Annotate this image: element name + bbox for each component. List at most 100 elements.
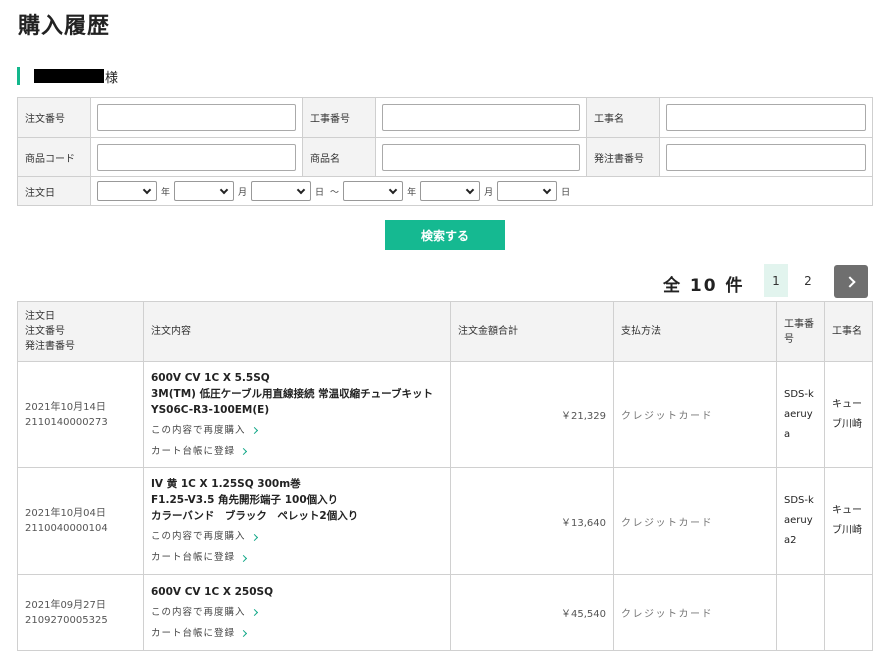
order-items-cell: IV 黄 1C X 1.25SQ 300m巻 F1.25-V3.5 角先開形端子… [143,467,451,575]
project-number-label: 工事番号 [302,97,376,138]
search-button[interactable]: 検索する [385,220,505,250]
from-month-unit: 月 [238,187,248,198]
order-number: 2110140000273 [25,416,108,428]
order-items-cell: 600V CV 1C X 250SQ この内容で再度購入 カート台帳に登録 [143,574,451,651]
reorder-link[interactable]: この内容で再度購入 [151,605,443,621]
next-page-button[interactable] [834,265,868,298]
item-name: YS06C-R3-100EM(E) [151,403,270,416]
header-po-number: 発注書番号 [25,341,75,352]
reorder-link[interactable]: この内容で再度購入 [151,423,443,439]
reorder-link-label: この内容で再度購入 [151,424,246,436]
reorder-link-label: この内容で再度購入 [151,531,246,542]
project-number: SDS-kaeruya [776,361,825,468]
to-month-unit: 月 [484,187,494,198]
product-code-label: 商品コード [17,137,91,177]
order-date: 2021年09月27日 [25,599,106,611]
to-day-unit: 日 [561,187,571,198]
add-to-cart-ledger-link[interactable]: カート台帳に登録 [151,550,443,566]
po-number-input[interactable] [666,143,866,171]
table-row: 2021年10月04日 2110040000104 IV 黄 1C X 1.25… [17,467,873,575]
order-items-cell: 600V CV 1C X 5.5SQ 3M(TM) 低圧ケーブル用直線接続 常温… [143,361,451,468]
customer-name-row: 様 [17,67,119,86]
add-to-cart-ledger-link[interactable]: カート台帳に登録 [151,626,443,642]
product-name-input[interactable] [382,143,580,171]
table-row: 2021年09月27日 2109270005325 600V CV 1C X 2… [17,574,873,651]
chevron-right-icon [239,554,248,562]
item-name: IV 黄 1C X 1.25SQ 300m巻 [151,478,301,490]
header-project-number: 工事番号 [776,301,825,362]
item-name: 600V CV 1C X 250SQ [151,585,274,598]
order-date-label: 注文日 [17,176,91,206]
from-day-unit: 日 [315,187,325,198]
to-month-select[interactable] [420,181,481,201]
payment-method: クレジットカード [613,467,777,575]
item-name: カラーバンド ブラック ペレット2個入り [151,510,359,522]
order-amount: ￥13,640 [450,467,614,575]
from-year-select[interactable] [97,181,157,201]
search-form: 注文番号 工事番号 工事名 商品コード 商品名 発注書番号 注文日 年 月 日 … [17,97,873,206]
cart-ledger-link-label: カート台帳に登録 [151,445,236,457]
order-date: 2021年10月14日 [25,401,106,413]
header-amount: 注文金額合計 [450,301,614,362]
header-order-number: 注文番号 [25,326,65,337]
payment-method: クレジットカード [613,574,777,651]
order-number: 2110040000104 [25,523,108,534]
project-name-input[interactable] [666,104,866,131]
reorder-link-label: この内容で再度購入 [151,606,246,618]
header-project-name: 工事名 [824,301,873,362]
table-row: 2021年10月14日 2110140000273 600V CV 1C X 5… [17,361,873,468]
chevron-right-icon [843,275,856,288]
product-name-label: 商品名 [302,137,376,177]
order-number-label: 注文番号 [17,97,91,138]
reorder-link[interactable]: この内容で再度購入 [151,529,443,545]
project-name-label: 工事名 [586,97,660,138]
chevron-right-icon [250,533,258,541]
from-day-select[interactable] [251,181,312,201]
chevron-right-icon [250,608,258,617]
chevron-right-icon [250,426,258,435]
order-number: 2109270005325 [25,614,108,626]
section-accent-bar [17,67,20,85]
orders-table: 注文日 注文番号 発注書番号 注文内容 注文金額合計 支払方法 工事番号 工事名… [17,301,873,651]
project-number [776,574,825,651]
project-number-input[interactable] [382,104,580,131]
project-name: キューブ川崎 [824,361,873,468]
add-to-cart-ledger-link[interactable]: カート台帳に登録 [151,444,443,460]
item-name: F1.25-V3.5 角先開形端子 100個入り [151,494,339,506]
total-results-count: 全 10 件 [663,276,745,296]
from-month-select[interactable] [174,181,235,201]
order-amount: ￥21,329 [450,361,614,468]
header-order-date: 注文日 [25,311,55,322]
order-date-cell: 2021年10月14日 2110140000273 [17,361,144,468]
chevron-right-icon [239,447,248,456]
to-year-select[interactable] [343,181,404,201]
page-title: 購入履歴 [18,14,111,39]
order-date: 2021年10月04日 [25,508,106,519]
project-number: SDS-kaeruya2 [776,467,825,575]
pagination-page-2[interactable]: 2 [796,264,820,297]
item-name: 600V CV 1C X 5.5SQ [151,371,270,384]
project-name: キューブ川崎 [824,467,873,575]
order-number-input[interactable] [97,104,296,131]
header-items: 注文内容 [143,301,451,362]
header-date: 注文日 注文番号 発注書番号 [17,301,144,362]
header-payment: 支払方法 [613,301,777,362]
pagination-page-1[interactable]: 1 [764,264,788,297]
from-year-unit: 年 [161,187,171,198]
to-day-select[interactable] [497,181,558,201]
order-date-cell: 2021年09月27日 2109270005325 [17,574,144,651]
project-name [824,574,873,651]
payment-method: クレジットカード [613,361,777,468]
to-year-unit: 年 [407,187,417,198]
cart-ledger-link-label: カート台帳に登録 [151,552,236,563]
date-range-separator: ～ [330,187,340,198]
order-amount: ￥45,540 [450,574,614,651]
order-date-range: 年 月 日 ～ 年 月 日 [91,181,872,201]
cart-ledger-link-label: カート台帳に登録 [151,627,236,639]
redacted-customer-name [34,69,104,83]
chevron-right-icon [239,629,248,638]
item-name: 3M(TM) 低圧ケーブル用直線接続 常温収縮チューブキット [151,387,434,400]
customer-honorific: 様 [105,70,119,86]
po-number-label: 発注書番号 [586,137,660,177]
product-code-input[interactable] [97,143,296,171]
